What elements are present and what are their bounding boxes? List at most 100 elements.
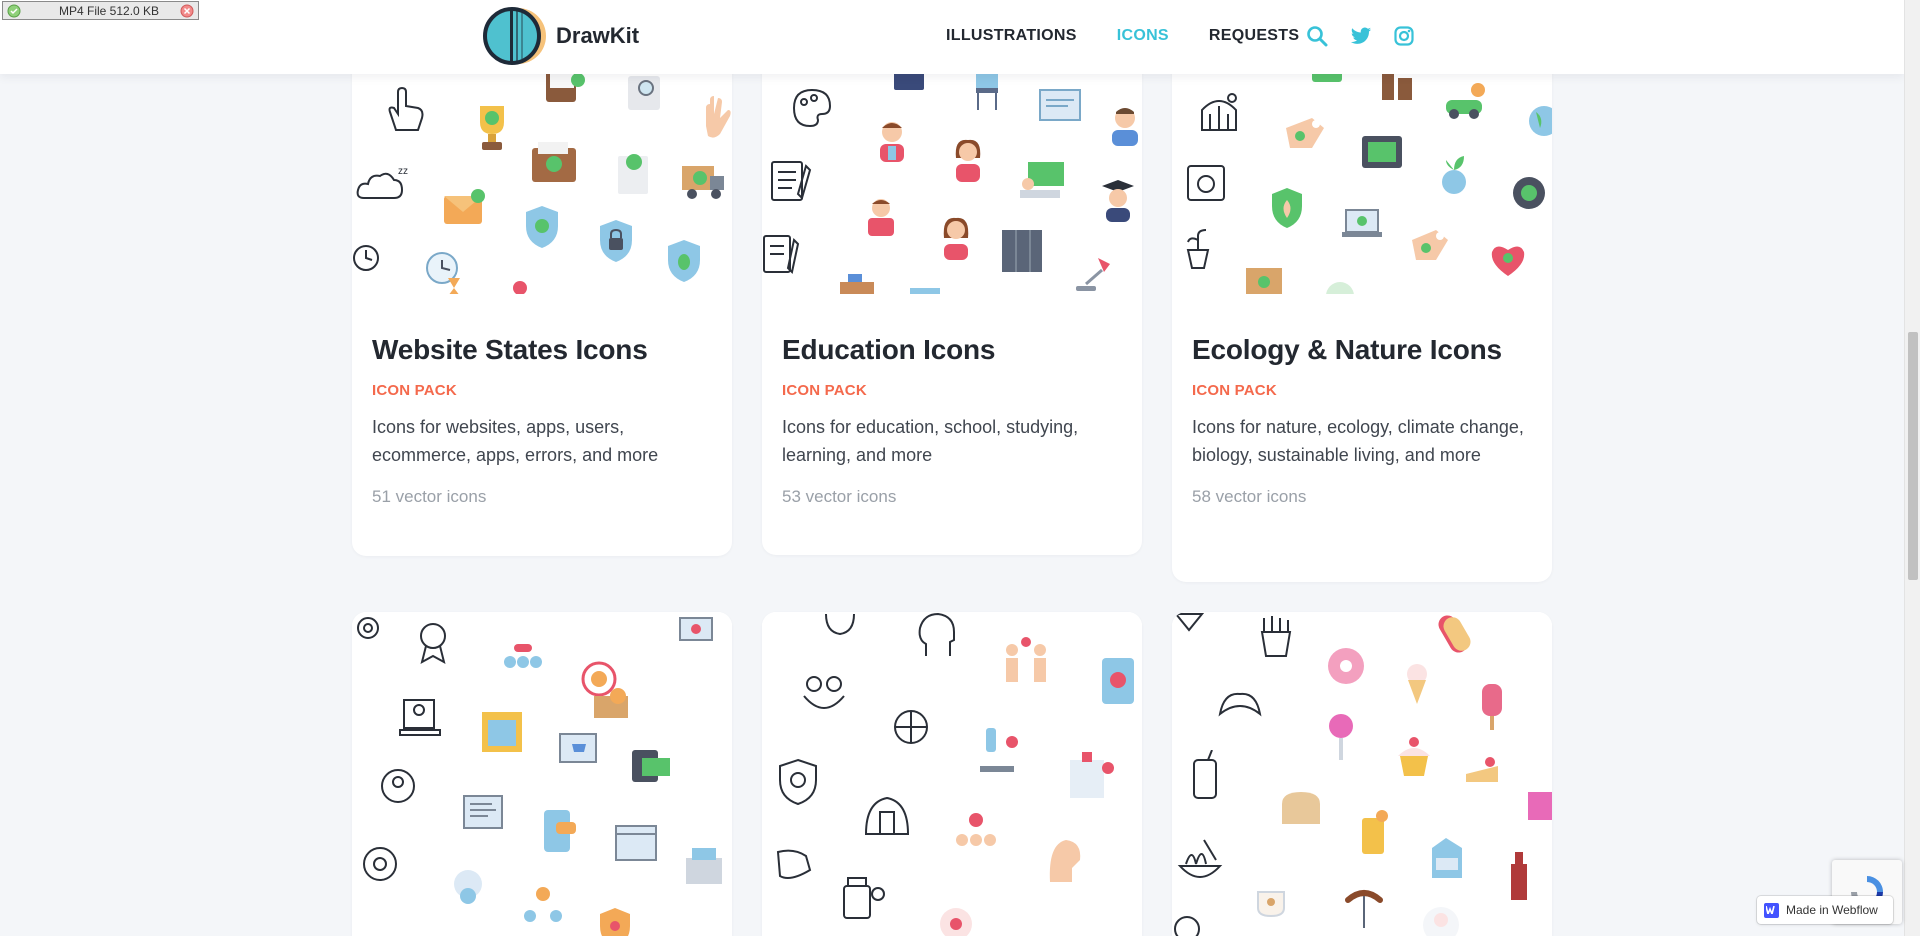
icon-pack-card-food[interactable]: [1172, 612, 1552, 936]
gear-leaf-icon: [1508, 172, 1550, 214]
notepad-pencil-icon: [768, 158, 814, 204]
card-title[interactable]: Ecology & Nature Icons: [1192, 334, 1532, 366]
network-icon: [522, 884, 564, 926]
award-icon: [416, 620, 450, 664]
laptop-leaf-icon: [1340, 206, 1384, 242]
icon-pack-card-website-states[interactable]: zz Website States Icons ICON PACK Icons …: [352, 0, 732, 556]
coffee-cup-icon: [1252, 880, 1294, 920]
bubble-tea-icon: [1188, 750, 1222, 802]
noodles-icon: [1176, 838, 1224, 888]
resume-icon: [462, 792, 506, 832]
shield-leaf-icon: [1268, 186, 1306, 230]
ice-cream-icon: [1402, 662, 1432, 706]
card-body: Ecology & Nature Icons ICON PACK Icons f…: [1172, 294, 1552, 543]
checklist-icon: [614, 150, 654, 198]
popsicle-icon: [1478, 682, 1506, 732]
lockers-icon: [1000, 228, 1046, 274]
card-title[interactable]: Website States Icons: [372, 334, 712, 366]
card-icon-count: 51 vector icons: [372, 487, 487, 506]
lollipop-icon: [1326, 712, 1356, 762]
nav-link-requests[interactable]: REQUESTS: [1209, 27, 1299, 45]
notebook-pencil-icon: [762, 232, 802, 278]
head-profile-icon: [916, 612, 958, 662]
shield-bug-icon: [664, 238, 704, 284]
webflow-logo-icon: [1764, 902, 1779, 918]
card-title[interactable]: Education Icons: [782, 334, 1122, 366]
pizza-outline-icon: [1174, 612, 1204, 632]
profile-laptop-icon: [398, 696, 442, 740]
webflow-badge[interactable]: Made in Webflow: [1757, 896, 1893, 924]
online-shop-icon: [558, 730, 602, 774]
brain-outline-icon: [822, 612, 858, 638]
icon-pack-card-education[interactable]: Education Icons ICON PACK Icons for educ…: [762, 0, 1142, 555]
certificate-icon: [1038, 88, 1084, 124]
card-type-label: ICON PACK: [1192, 382, 1277, 399]
search-icon[interactable]: [1306, 25, 1328, 47]
frog-icon: [798, 672, 850, 722]
page-scrollbar[interactable]: [1904, 0, 1920, 936]
nav-icon-group: [1306, 25, 1436, 47]
cupcake-icon: [1394, 734, 1434, 778]
download-icon: [7, 4, 21, 18]
instagram-icon[interactable]: [1394, 26, 1414, 46]
phone-virus-icon: [1098, 656, 1138, 706]
student-girl-icon: [948, 138, 988, 184]
bread-icon: [1278, 790, 1324, 826]
card-thumbnail: [352, 612, 732, 936]
battery-icon: [1360, 130, 1406, 172]
browser-window-icon: [614, 824, 658, 864]
graduate-avatar-icon: [1098, 178, 1138, 224]
quarantine-city-icon: [862, 788, 912, 836]
package-icon: [592, 684, 632, 720]
greenhouse-icon: [1196, 90, 1242, 134]
donut-icon: [1324, 644, 1368, 688]
dessert-plate-icon: [1420, 904, 1462, 936]
french-fries-icon: [1256, 614, 1296, 658]
social-distance-icon: [998, 636, 1054, 684]
drawkit-logo-icon: [483, 7, 546, 65]
nav-link-illustrations[interactable]: ILLUSTRATIONS: [946, 27, 1077, 45]
virus-head-icon: [770, 846, 818, 892]
hospital-icon: [1066, 750, 1116, 800]
mobile-chat-icon: [538, 808, 580, 854]
icon-pack-card-health[interactable]: [762, 612, 1142, 936]
potted-plant-icon: [1178, 226, 1214, 270]
close-icon[interactable]: [180, 4, 194, 18]
nav-link-icons[interactable]: ICONS: [1117, 27, 1169, 45]
box-check-icon: [530, 138, 582, 184]
student-boy-icon: [872, 118, 912, 164]
fever-icon: [936, 904, 976, 936]
calendar-globe-icon: [1186, 160, 1228, 204]
desk-icon: [836, 272, 876, 294]
brand-logo[interactable]: DrawKit: [480, 6, 639, 66]
gear-outline-icon: [354, 614, 382, 642]
trophy-icon: [468, 100, 516, 154]
desk-lamp-icon: [1074, 254, 1118, 294]
icon-pack-card-business[interactable]: [352, 612, 732, 936]
shield-virus-icon: [776, 758, 820, 806]
juice-icon: [1356, 808, 1390, 856]
card-icon-count: 53 vector icons: [782, 487, 897, 506]
web-page-icon: [480, 710, 526, 756]
no-gathering-icon: [950, 812, 1002, 860]
globe-icon: [1524, 104, 1552, 138]
shield-check-icon: [522, 204, 562, 250]
soda-bottle-icon: [1508, 850, 1530, 902]
card-description: Icons for websites, apps, users, ecommer…: [372, 417, 659, 465]
presentation-icon: [678, 616, 714, 654]
clock-hourglass-icon: [424, 250, 468, 294]
eco-tag-icon: [1282, 114, 1330, 154]
twitter-icon[interactable]: [1350, 27, 1372, 46]
cloud-upload-icon: [448, 868, 488, 908]
cloud-sleep-icon: zz: [356, 162, 420, 206]
scrollbar-thumb[interactable]: [1908, 332, 1918, 580]
cake-slice-icon: [1464, 752, 1500, 786]
webflow-badge-text: Made in Webflow: [1786, 903, 1878, 917]
card-type-label: ICON PACK: [372, 382, 457, 399]
search-document-icon: [624, 70, 668, 114]
download-badge[interactable]: MP4 File 512.0 KB: [2, 1, 199, 20]
icon-pack-card-ecology-nature[interactable]: Ecology & Nature Icons ICON PACK Icons f…: [1172, 0, 1552, 582]
card-description: Icons for education, school, studying, l…: [782, 417, 1079, 465]
error-icon: [512, 280, 528, 294]
card-type-label: ICON PACK: [782, 382, 867, 399]
